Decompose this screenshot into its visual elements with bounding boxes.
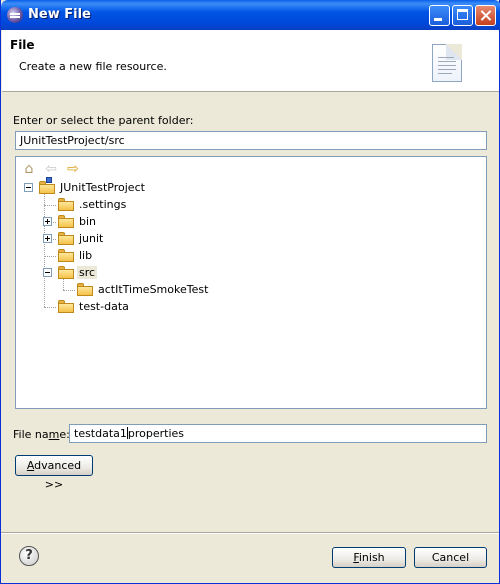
file-name-label: File name: (13, 428, 70, 441)
advanced-button[interactable]: Advanced >> (15, 455, 93, 491)
collapse-toggle[interactable] (43, 268, 52, 277)
tree-node-label: JUnitTestProject (60, 181, 145, 194)
file-name-text: properties (127, 427, 185, 440)
folder-icon (77, 283, 93, 296)
tree-node-test-data[interactable]: test-data (16, 299, 486, 316)
file-name-input[interactable]: testdata1properties (69, 424, 487, 443)
banner-message: Create a new file resource. (19, 60, 167, 73)
tree-node-label: src (77, 266, 98, 279)
folder-tree[interactable]: ⌂ ⇦ ⇨ JUnitTestProject .settings bin jun… (15, 156, 487, 409)
wizard-banner: File Create a new file resource. (2, 30, 499, 92)
eclipse-icon (7, 7, 23, 23)
folder-icon (58, 215, 74, 228)
tree-node-src[interactable]: src (16, 265, 486, 282)
folder-icon (58, 300, 74, 313)
parent-folder-label: Enter or select the parent folder: (13, 114, 194, 127)
back-arrow-icon[interactable]: ⇦ (43, 161, 59, 177)
maximize-button[interactable] (452, 5, 473, 26)
tree-node-settings[interactable]: .settings (16, 197, 486, 214)
tree-node-label: junit (79, 232, 104, 245)
forward-arrow-icon[interactable]: ⇨ (65, 161, 81, 177)
tree-node-label: .settings (79, 198, 127, 211)
cancel-button[interactable]: Cancel (414, 547, 487, 568)
file-name-label-part: File na (13, 428, 49, 441)
window-title: New File (28, 7, 91, 22)
advanced-label: dvanced >> (34, 459, 82, 491)
tree-node-actittimesmoketest[interactable]: actItTimeSmokeTest (16, 282, 486, 299)
minimize-button[interactable] (429, 5, 450, 26)
parent-folder-input[interactable]: JUnitTestProject/src (15, 131, 487, 150)
button-bar-separator (1, 532, 499, 534)
tree-node-label: bin (79, 215, 97, 228)
project-folder-icon (39, 177, 55, 194)
file-name-text: testdata1 (74, 427, 127, 440)
tree-node-bin[interactable]: bin (16, 214, 486, 231)
finish-button[interactable]: Finish (332, 547, 406, 568)
tree-node-junittestproject[interactable]: JUnitTestProject (16, 177, 486, 197)
home-icon[interactable]: ⌂ (21, 161, 37, 177)
folder-icon (58, 266, 74, 279)
file-name-label-mnemonic: m (48, 428, 60, 441)
title-bar[interactable]: New File (1, 0, 500, 30)
tree-node-label: lib (79, 249, 93, 262)
tree-node-junit[interactable]: junit (16, 231, 486, 248)
folder-icon (58, 249, 74, 262)
expand-toggle[interactable] (43, 217, 52, 226)
tree-node-lib[interactable]: lib (16, 248, 486, 265)
expand-toggle[interactable] (43, 234, 52, 243)
collapse-toggle[interactable] (24, 183, 33, 192)
close-button[interactable] (475, 5, 496, 26)
new-file-document-icon (432, 44, 462, 82)
tree-node-label: test-data (79, 300, 129, 313)
folder-icon (58, 198, 74, 211)
tree-node-label: actItTimeSmokeTest (98, 283, 209, 296)
finish-label: inish (358, 551, 385, 564)
banner-title: File (10, 38, 35, 52)
help-icon[interactable]: ? (19, 546, 39, 566)
folder-icon (58, 232, 74, 245)
new-file-dialog: New File File Create a new file resource… (0, 0, 500, 584)
